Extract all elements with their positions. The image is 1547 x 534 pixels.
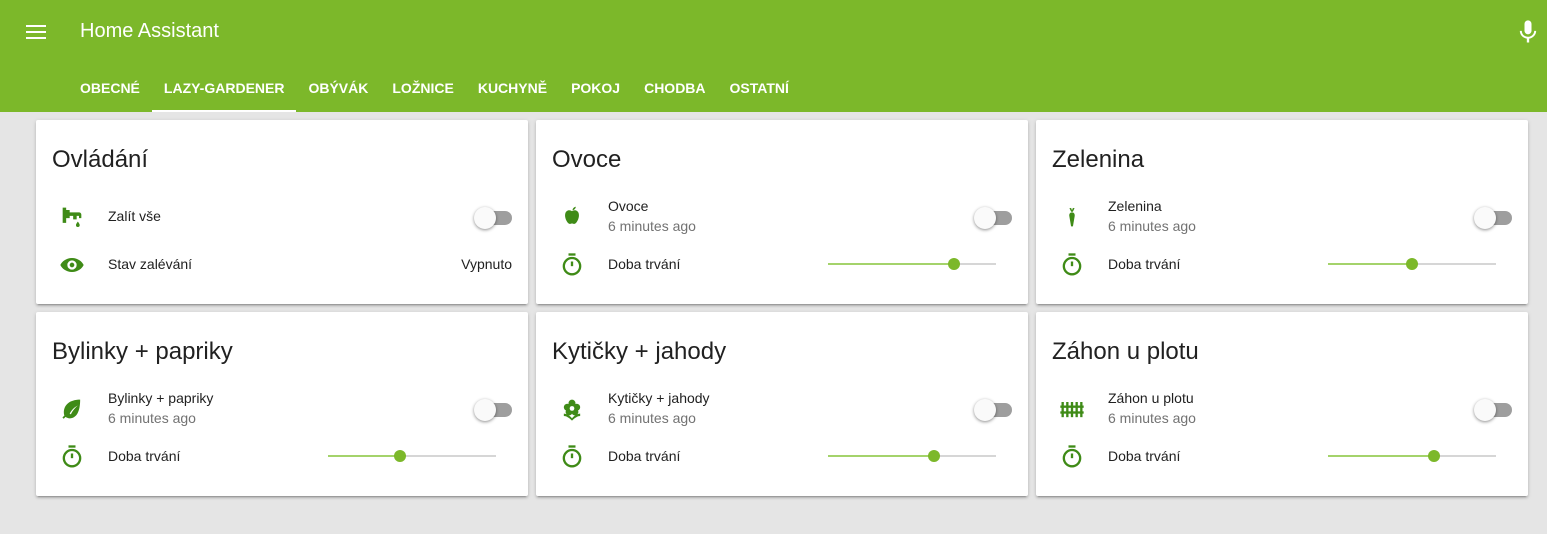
microphone-icon[interactable] <box>1514 18 1542 46</box>
duration-slider[interactable] <box>328 446 496 466</box>
carrot-icon <box>1058 203 1086 231</box>
card-kyticky: Kytičky + jahody Kytičky + jahody 6 minu… <box>536 312 1028 496</box>
leaf-icon <box>58 395 86 423</box>
switch-label: Bylinky + papriky <box>108 390 214 406</box>
last-changed: 6 minutes ago <box>108 410 196 426</box>
slider-thumb[interactable] <box>394 450 407 462</box>
card-title: Ovoce <box>552 146 622 173</box>
tab-loznice[interactable]: LOŽNICE <box>380 64 465 112</box>
slider-thumb[interactable] <box>948 258 960 270</box>
card-ovladani: Ovládání Zalít vše Stav zalévání Vypnuto <box>36 120 528 304</box>
card-zelenina: Zelenina Zelenina 6 minutes ago Doba trv… <box>1036 120 1528 304</box>
app-header: Home Assistant OBECNÉ LAZY-GARDENER OBÝV… <box>0 0 1547 112</box>
zahon-toggle[interactable] <box>1474 397 1512 421</box>
duration-slider[interactable] <box>828 446 996 466</box>
fence-icon <box>1058 395 1086 423</box>
switch-label: Zelenina <box>1108 198 1162 214</box>
card-title: Zelenina <box>1052 146 1145 173</box>
water-all-toggle[interactable] <box>474 205 512 229</box>
card-title: Kytičky + jahody <box>552 338 727 365</box>
switch-label: Záhon u plotu <box>1108 390 1194 406</box>
kyticky-toggle[interactable] <box>974 397 1012 421</box>
bylinky-toggle[interactable] <box>474 397 512 421</box>
tab-obyvak[interactable]: OBÝVÁK <box>296 64 380 112</box>
slider-label: Doba trvání <box>1108 448 1181 464</box>
tab-ostatni[interactable]: OSTATNÍ <box>718 64 801 112</box>
slider-label: Doba trvání <box>608 448 681 464</box>
tab-pokoj[interactable]: POKOJ <box>559 64 632 112</box>
slider-label: Doba trvání <box>1108 256 1181 272</box>
timer-icon <box>558 251 586 279</box>
slider-thumb[interactable] <box>1406 258 1418 270</box>
state-label: Stav zalévání <box>108 256 193 272</box>
card-title: Ovládání <box>52 146 149 173</box>
card-title: Záhon u plotu <box>1052 338 1199 365</box>
slider-thumb[interactable] <box>927 450 940 462</box>
last-changed: 6 minutes ago <box>608 410 696 426</box>
flower-icon <box>558 395 586 423</box>
menu-icon[interactable] <box>20 16 52 48</box>
card-zahon: Záhon u plotu Záhon u plotu 6 minutes ag… <box>1036 312 1528 496</box>
last-changed: 6 minutes ago <box>1108 218 1196 234</box>
duration-slider[interactable] <box>1328 446 1496 466</box>
zelenina-toggle[interactable] <box>1474 205 1512 229</box>
tab-lazy-gardener[interactable]: LAZY-GARDENER <box>151 64 297 112</box>
apple-icon <box>558 203 586 231</box>
view-tabs: OBECNÉ LAZY-GARDENER OBÝVÁK LOŽNICE KUCH… <box>68 64 801 112</box>
ovoce-toggle[interactable] <box>974 205 1012 229</box>
timer-icon <box>1058 443 1086 471</box>
switch-label: Kytičky + jahody <box>608 390 710 406</box>
card-title: Bylinky + papriky <box>52 338 233 365</box>
card-bylinky: Bylinky + papriky Bylinky + papriky 6 mi… <box>36 312 528 496</box>
tab-kuchyne[interactable]: KUCHYNĚ <box>466 64 559 112</box>
switch-label: Ovoce <box>608 198 649 214</box>
eye-icon <box>58 251 86 279</box>
duration-slider[interactable] <box>828 254 996 274</box>
switch-label: Zalít vše <box>108 208 161 224</box>
timer-icon <box>1058 251 1086 279</box>
timer-icon <box>558 443 586 471</box>
last-changed: 6 minutes ago <box>608 218 696 234</box>
tab-chodba[interactable]: CHODBA <box>632 64 717 112</box>
last-changed: 6 minutes ago <box>1108 410 1196 426</box>
tab-obecne[interactable]: OBECNÉ <box>68 64 152 112</box>
duration-slider[interactable] <box>1328 254 1496 274</box>
timer-icon <box>58 443 86 471</box>
slider-thumb[interactable] <box>1427 450 1440 462</box>
slider-label: Doba trvání <box>608 256 681 272</box>
card-ovoce: Ovoce Ovoce 6 minutes ago Doba trvání <box>536 120 1028 304</box>
app-title: Home Assistant <box>80 20 219 42</box>
slider-label: Doba trvání <box>108 448 181 464</box>
watering-state-value: Vypnuto <box>461 256 512 272</box>
water-pump-icon <box>58 203 86 231</box>
